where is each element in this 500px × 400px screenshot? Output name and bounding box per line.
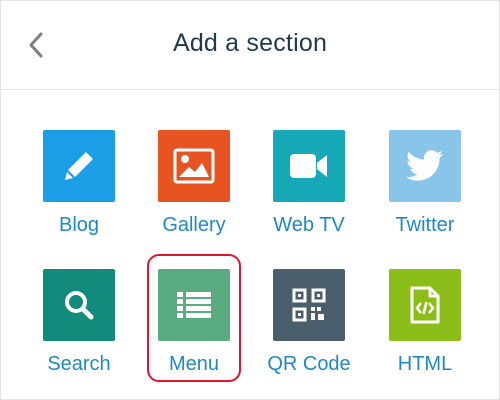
page-title: Add a section [172, 29, 328, 57]
pencil-icon [65, 152, 93, 180]
section-tile-html[interactable]: HTML [375, 269, 475, 389]
twitter-tile-box [389, 130, 461, 202]
web-tv-tile-box [273, 130, 345, 202]
magnifier-icon [65, 291, 94, 320]
qr-code-tile-box [273, 269, 345, 341]
section-label: Twitter [395, 214, 455, 236]
section-label: HTML [397, 353, 453, 375]
section-label: Blog [58, 214, 100, 236]
section-tile-gallery[interactable]: Gallery [144, 130, 244, 250]
section-label: Search [47, 353, 111, 375]
section-tile-twitter[interactable]: Twitter [375, 130, 475, 250]
section-tile-web-tv[interactable]: Web TV [259, 130, 359, 250]
section-label: Gallery [162, 214, 226, 236]
twitter-icon [406, 150, 444, 181]
gallery-tile-box [158, 130, 230, 202]
section-tile-search[interactable]: Search [29, 269, 129, 389]
section-label: QR Code [267, 353, 351, 375]
html-tile-box [389, 269, 461, 341]
section-tile-blog[interactable]: Blog [29, 130, 129, 250]
video-camera-icon [290, 154, 327, 178]
qr-code-icon [292, 288, 326, 322]
blog-tile-box [43, 130, 115, 202]
image-icon [173, 148, 215, 184]
section-tile-qr-code[interactable]: QR Code [259, 269, 359, 389]
menu-highlight-annotation [147, 254, 241, 382]
add-section-panel: Add a section Blog Gallery Web TV Twitte… [0, 0, 500, 400]
code-file-icon [410, 286, 440, 324]
panel-header: Add a section [1, 1, 499, 90]
search-tile-box [43, 269, 115, 341]
section-label: Web TV [273, 214, 345, 236]
